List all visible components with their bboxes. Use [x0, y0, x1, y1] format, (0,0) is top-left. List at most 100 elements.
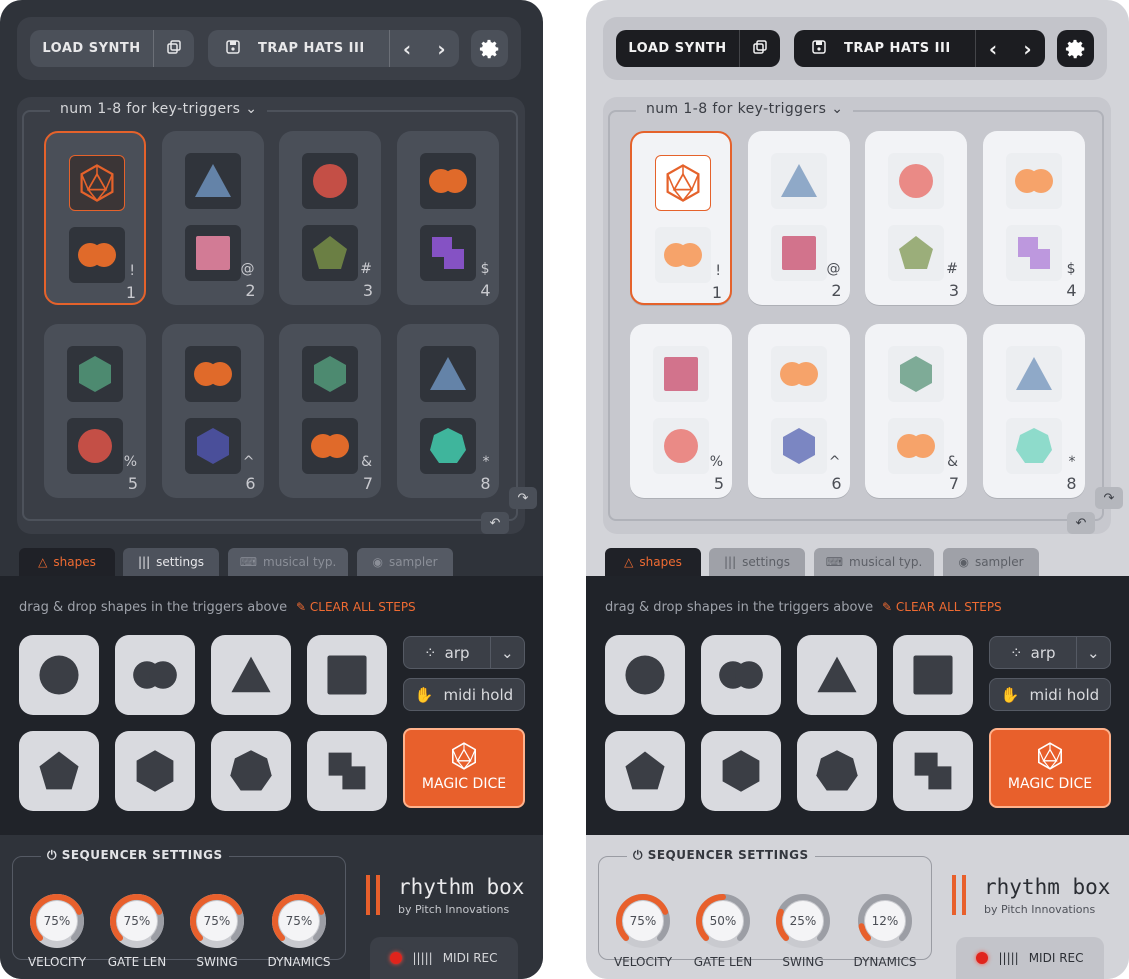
knob-swing[interactable]: 75% — [189, 893, 245, 949]
trigger-slot-top[interactable] — [770, 153, 827, 209]
trigger-slot-top[interactable] — [67, 346, 123, 402]
chevron-down-icon[interactable]: ⌄ — [1077, 644, 1110, 662]
gear-icon[interactable] — [471, 30, 508, 67]
prev-preset-icon[interactable]: ‹ — [403, 37, 412, 61]
undo-icon[interactable]: ↶ — [481, 512, 509, 534]
midi-hold-button[interactable]: ✋ midi hold — [989, 678, 1111, 711]
trigger-slot-bottom[interactable] — [770, 418, 827, 474]
trigger-slot-bottom[interactable] — [302, 225, 358, 281]
trigger-slot-bottom[interactable] — [302, 418, 358, 474]
prev-preset-icon[interactable]: ‹ — [989, 37, 998, 61]
palette-hexagon-shape[interactable] — [701, 731, 781, 811]
trigger-slot-bottom[interactable] — [69, 227, 125, 283]
palette-square-shape[interactable] — [893, 635, 973, 715]
palette-triangle-shape[interactable] — [797, 635, 877, 715]
trigger-slot-bottom[interactable] — [770, 225, 827, 281]
trigger-slot-bottom[interactable] — [184, 225, 241, 281]
trigger-slot-bottom[interactable] — [184, 418, 241, 474]
tab-sampler[interactable]: ◉ sampler — [943, 548, 1039, 576]
save-icon[interactable] — [794, 39, 844, 59]
trigger-pad-1[interactable]: ! 1 — [630, 131, 732, 305]
knob-gate-len[interactable]: 50% — [695, 893, 751, 949]
key-trigger-hint[interactable]: num 1-8 for key-triggers ⌄ — [50, 101, 268, 117]
trigger-slot-top[interactable] — [302, 153, 358, 209]
palette-circle-shape[interactable] — [19, 635, 99, 715]
knob-velocity[interactable]: 75% — [615, 893, 671, 949]
trigger-slot-bottom[interactable] — [655, 227, 711, 283]
preset-selector[interactable]: TRAP HATS III ‹ › — [208, 30, 459, 67]
arp-button[interactable]: ⁘ arp ⌄ — [403, 636, 525, 669]
trigger-pad-3[interactable]: # 3 — [279, 131, 381, 305]
tab-shapes[interactable]: △ shapes — [605, 548, 701, 576]
trigger-pad-1[interactable]: ! 1 — [44, 131, 146, 305]
key-trigger-hint[interactable]: num 1-8 for key-triggers ⌄ — [636, 101, 854, 117]
clear-all-steps-button[interactable]: ✎ CLEAR ALL STEPS — [296, 600, 416, 614]
trigger-slot-bottom[interactable] — [888, 418, 944, 474]
copy-icon[interactable] — [740, 39, 780, 58]
palette-square-shape[interactable] — [307, 635, 387, 715]
palette-circle-shape[interactable] — [605, 635, 685, 715]
midi-hold-button[interactable]: ✋ midi hold — [403, 678, 525, 711]
trigger-pad-5[interactable]: % 5 — [44, 324, 146, 498]
trigger-slot-bottom[interactable] — [1005, 418, 1062, 474]
knob-swing[interactable]: 25% — [775, 893, 831, 949]
trigger-pad-4[interactable]: $ 4 — [982, 131, 1085, 305]
magic-dice-button[interactable]: MAGIC DICE — [403, 728, 525, 808]
knob-dynamics[interactable]: 12% — [857, 893, 913, 949]
tab-settings[interactable]: ||| settings — [709, 548, 805, 576]
trigger-pad-8[interactable]: * 8 — [982, 324, 1085, 498]
trigger-slot-top[interactable] — [302, 346, 358, 402]
trigger-slot-bottom[interactable] — [653, 418, 709, 474]
trigger-slot-top[interactable] — [888, 153, 944, 209]
palette-triangle-shape[interactable] — [211, 635, 291, 715]
undo-icon[interactable]: ↶ — [1067, 512, 1095, 534]
load-synth-button[interactable]: LOAD SYNTH — [30, 30, 194, 67]
trigger-slot-top[interactable] — [184, 153, 241, 209]
save-icon[interactable] — [208, 39, 258, 59]
next-preset-icon[interactable]: › — [437, 37, 446, 61]
trigger-slot-bottom[interactable] — [888, 225, 944, 281]
copy-icon[interactable] — [154, 39, 194, 58]
tab-settings[interactable]: ||| settings — [123, 548, 219, 576]
palette-stairs-shape[interactable] — [893, 731, 973, 811]
midi-rec-button[interactable]: ||||| MIDI REC — [370, 937, 518, 979]
trigger-pad-4[interactable]: $ 4 — [396, 131, 499, 305]
trigger-pad-3[interactable]: # 3 — [865, 131, 967, 305]
trigger-slot-top[interactable] — [888, 346, 944, 402]
load-synth-button[interactable]: LOAD SYNTH — [616, 30, 780, 67]
trigger-pad-7[interactable]: & 7 — [279, 324, 381, 498]
trigger-pad-2[interactable]: @ 2 — [161, 131, 264, 305]
palette-double-circle-shape[interactable] — [115, 635, 195, 715]
preset-selector[interactable]: TRAP HATS III ‹ › — [794, 30, 1045, 67]
trigger-pad-2[interactable]: @ 2 — [747, 131, 850, 305]
palette-double-circle-shape[interactable] — [701, 635, 781, 715]
trigger-slot-top[interactable] — [653, 346, 709, 402]
trigger-slot-bottom[interactable] — [419, 418, 476, 474]
trigger-slot-top[interactable] — [1005, 346, 1062, 402]
tab-sampler[interactable]: ◉ sampler — [357, 548, 453, 576]
trigger-slot-top[interactable] — [655, 155, 711, 211]
trigger-slot-top[interactable] — [419, 153, 476, 209]
gear-icon[interactable] — [1057, 30, 1094, 67]
trigger-pad-5[interactable]: % 5 — [630, 324, 732, 498]
knob-dynamics[interactable]: 75% — [271, 893, 327, 949]
arp-button[interactable]: ⁘ arp ⌄ — [989, 636, 1111, 669]
trigger-pad-6[interactable]: ^ 6 — [161, 324, 264, 498]
trigger-slot-bottom[interactable] — [67, 418, 123, 474]
tab-shapes[interactable]: △ shapes — [19, 548, 115, 576]
chevron-down-icon[interactable]: ⌄ — [491, 644, 524, 662]
tab-musical-typ[interactable]: ⌨ musical typ. — [814, 548, 934, 576]
trigger-slot-bottom[interactable] — [1005, 225, 1062, 281]
trigger-slot-top[interactable] — [419, 346, 476, 402]
palette-heptagon-shape[interactable] — [797, 731, 877, 811]
knob-gate-len[interactable]: 75% — [109, 893, 165, 949]
redo-icon[interactable]: ↷ — [509, 487, 537, 509]
palette-stairs-shape[interactable] — [307, 731, 387, 811]
palette-pentagon-shape[interactable] — [605, 731, 685, 811]
trigger-slot-bottom[interactable] — [419, 225, 476, 281]
tab-musical-typ[interactable]: ⌨ musical typ. — [228, 548, 348, 576]
trigger-slot-top[interactable] — [69, 155, 125, 211]
midi-rec-button[interactable]: ||||| MIDI REC — [956, 937, 1104, 979]
palette-heptagon-shape[interactable] — [211, 731, 291, 811]
clear-all-steps-button[interactable]: ✎ CLEAR ALL STEPS — [882, 600, 1002, 614]
